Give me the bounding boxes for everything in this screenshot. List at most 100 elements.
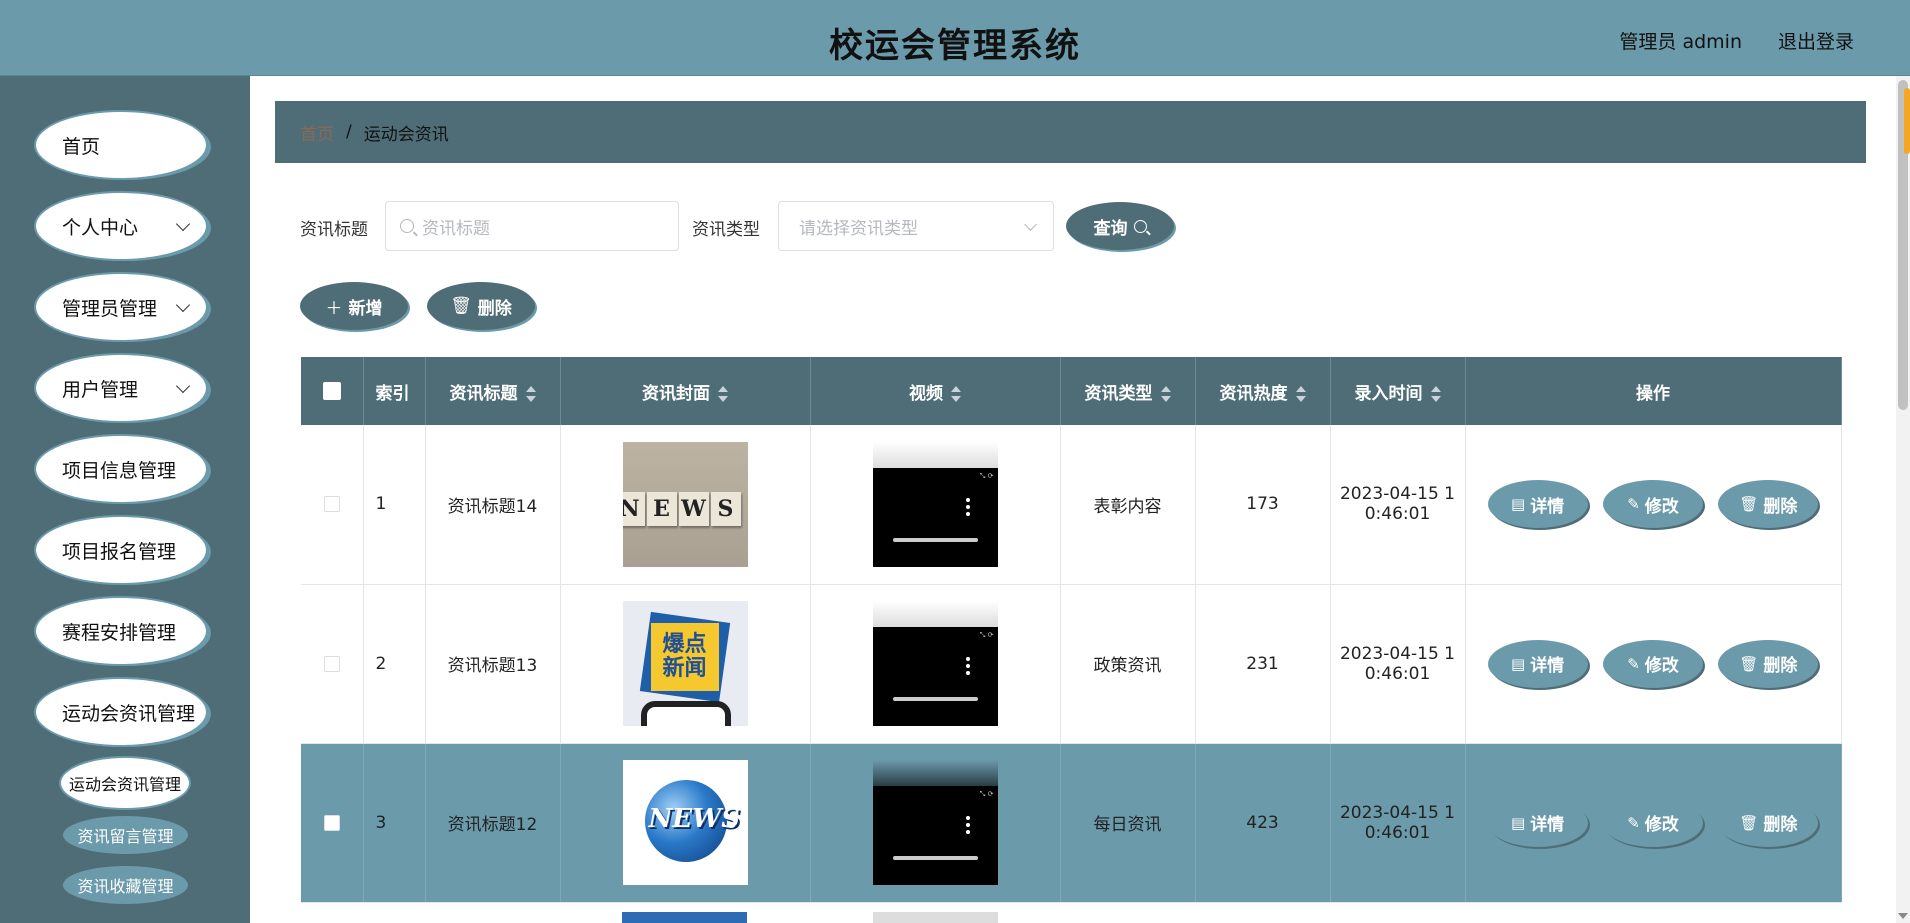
breadcrumb-home[interactable]: 首页 [300, 120, 334, 145]
row-cover-cell: N E W S [560, 425, 811, 585]
breadcrumb-current: 运动会资讯 [363, 124, 449, 145]
sidebar-item-label: 用户管理 [62, 378, 139, 401]
sidebar-item-label: 项目报名管理 [62, 540, 177, 563]
delete-button[interactable]: 🗑 删除 [1718, 798, 1819, 847]
pencil-icon: ✎ [1627, 813, 1640, 832]
news-cover-image[interactable]: 爆点 新闻 [622, 601, 748, 726]
header-cover[interactable]: 资讯封面 [560, 357, 811, 425]
logout-link[interactable]: 退出登录 [1778, 27, 1854, 54]
search-icon [1133, 219, 1147, 233]
sidebar-item-registrations[interactable]: 项目报名管理 [36, 517, 206, 583]
video-progress-bar[interactable] [892, 697, 978, 701]
sort-icon[interactable] [718, 385, 728, 402]
table-row[interactable]: 3 资讯标题12 NEWS ⤡ ⟳ 每日资讯 423 2023-04-15 10… [301, 743, 1842, 903]
video-player[interactable]: ⤡ ⟳ [872, 441, 998, 567]
video-progress-bar[interactable] [892, 856, 978, 860]
header-video-label: 视频 [909, 383, 943, 404]
more-options-icon[interactable] [965, 657, 970, 678]
row-type: 每日资讯 [1060, 743, 1196, 903]
edit-button[interactable]: ✎ 修改 [1603, 639, 1703, 688]
header-time[interactable]: 录入时间 [1330, 357, 1466, 425]
title-search-input[interactable]: 资讯标题 [385, 201, 679, 251]
sidebar-subitem-comments[interactable]: 资讯留言管理 [63, 816, 188, 854]
batch-delete-button[interactable]: 🗑 删除 [427, 282, 535, 330]
row-checkbox[interactable] [323, 655, 340, 672]
video-controls-icon: ⤡ ⟳ [979, 631, 994, 639]
header-type-label: 资讯类型 [1084, 383, 1153, 404]
trash-icon: 🗑 [1739, 495, 1759, 514]
video-player[interactable]: ⤡ ⟳ [872, 601, 998, 726]
sidebar-item-admin[interactable]: 管理员管理 [36, 274, 206, 340]
edit-button[interactable]: ✎ 修改 [1603, 798, 1703, 847]
table-header-row: 索引 资讯标题 资讯封面 视频 资讯类型 资讯热度 录入时间 操作 [301, 357, 1842, 425]
sidebar-item-news[interactable]: 运动会资讯管理 [36, 679, 206, 745]
table-row[interactable]: 2 资讯标题13 爆点 新闻 ⤡ ⟳ 政策资讯 231 2023-04-15 1… [301, 584, 1842, 744]
detail-button-label: 详情 [1530, 656, 1565, 676]
news-block-letter: N [622, 491, 645, 526]
sidebar-item-schedule[interactable]: 赛程安排管理 [36, 598, 206, 664]
query-button[interactable]: 查询 [1066, 202, 1174, 250]
plus-icon: ＋ [325, 298, 343, 319]
chevron-down-icon [175, 297, 191, 313]
row-video-cell: ⤡ ⟳ [810, 743, 1061, 903]
sidebar-subitem-news-manage[interactable]: 运动会资讯管理 [61, 758, 189, 808]
detail-button[interactable]: ▤ 详情 [1487, 798, 1588, 847]
header-title[interactable]: 资讯标题 [425, 357, 561, 425]
document-icon: ▤ [1511, 495, 1526, 514]
sidebar-item-projects[interactable]: 项目信息管理 [36, 436, 206, 502]
table-row[interactable]: 1 资讯标题14 N E W S ⤡ ⟳ 表彰内容 173 2023-04-15… [301, 425, 1842, 585]
detail-button[interactable]: ▤ 详情 [1487, 639, 1588, 688]
sort-icon[interactable] [525, 385, 536, 402]
sort-icon[interactable] [1160, 385, 1171, 402]
delete-button[interactable]: 🗑 删除 [1718, 480, 1819, 529]
sidebar-item-users[interactable]: 用户管理 [36, 355, 206, 421]
video-progress-bar[interactable] [892, 537, 978, 542]
header-cover-label: 资讯封面 [642, 383, 710, 404]
sidebar-item-home[interactable]: 首页 [36, 112, 206, 178]
sidebar-item-profile[interactable]: 个人中心 [36, 193, 206, 259]
sidebar: 首页 个人中心 管理员管理 用户管理 项目信息管理 项目报名管理 赛程安排管理 … [0, 76, 250, 923]
query-button-label: 查询 [1093, 218, 1128, 239]
row-ops-cell: ▤ 详情 ✎ 修改 🗑 删除 [1465, 584, 1842, 744]
header-heat[interactable]: 资讯热度 [1195, 357, 1331, 425]
row-checkbox[interactable] [323, 814, 340, 831]
sidebar-item-label: 项目信息管理 [62, 459, 177, 482]
sidebar-item-label: 个人中心 [62, 216, 139, 239]
news-block-letter: E [646, 491, 677, 526]
edit-button-label: 修改 [1644, 496, 1679, 517]
row-checkbox[interactable] [323, 496, 340, 513]
select-all-checkbox[interactable] [322, 382, 341, 400]
news-cover-image[interactable]: N E W S [622, 441, 748, 567]
badge-text-line2: 新闻 [662, 656, 707, 681]
video-player[interactable]: ⤡ ⟳ [872, 760, 998, 885]
delete-button-label: 删除 [1763, 815, 1798, 835]
edit-button[interactable]: ✎ 修改 [1603, 480, 1703, 529]
sort-icon[interactable] [1295, 385, 1306, 402]
sort-icon[interactable] [951, 385, 961, 402]
header-video[interactable]: 视频 [810, 357, 1061, 425]
video-top [872, 441, 998, 468]
sidebar-item-label: 运动会资讯管理 [62, 702, 196, 725]
row-cover-cell: NEWS [560, 743, 811, 903]
sort-icon[interactable] [1430, 385, 1441, 402]
row-title: 资讯标题13 [425, 584, 561, 744]
detail-button[interactable]: ▤ 详情 [1487, 480, 1588, 529]
more-options-icon[interactable] [965, 497, 970, 519]
row-time-line1: 2023-04-15 1 [1339, 484, 1455, 505]
header-title-label: 资讯标题 [449, 383, 518, 404]
delete-button-label: 删除 [1763, 656, 1798, 676]
delete-button[interactable]: 🗑 删除 [1718, 639, 1819, 688]
header-type[interactable]: 资讯类型 [1060, 357, 1196, 425]
video-top [872, 760, 998, 786]
news-block-letter: W [678, 491, 709, 526]
scroll-down-arrow-icon[interactable] [1898, 913, 1908, 919]
row-video-cell: ⤡ ⟳ [810, 584, 1061, 744]
type-select[interactable]: 请选择资讯类型 [778, 201, 1054, 251]
sidebar-subitem-favorites[interactable]: 资讯收藏管理 [63, 866, 188, 904]
more-options-icon[interactable] [965, 816, 970, 837]
add-button-label: 新增 [348, 298, 383, 319]
row-ops-cell: ▤ 详情 ✎ 修改 🗑 删除 [1465, 743, 1842, 903]
news-cover-image[interactable]: NEWS [622, 760, 748, 885]
row-cover-cell: 爆点 新闻 [560, 584, 811, 744]
add-button[interactable]: ＋ 新增 [300, 282, 408, 330]
